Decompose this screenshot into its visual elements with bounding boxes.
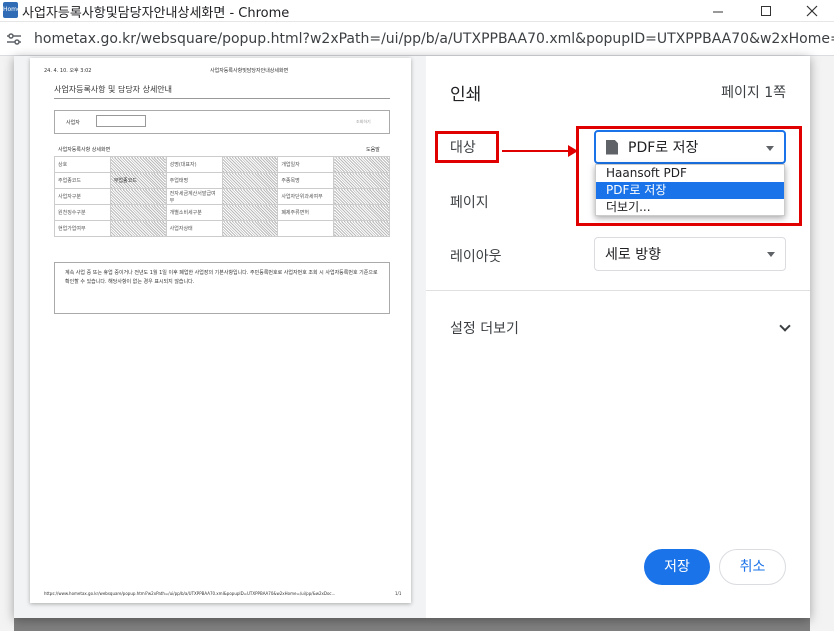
preview-header-date: 24. 4. 10. 오후 3:02 bbox=[44, 68, 92, 74]
preview-section-title: 사업자등록사항 상세화면 bbox=[58, 147, 111, 153]
preview-search-button: 조회하기 bbox=[356, 119, 371, 124]
table-cell bbox=[109, 188, 167, 205]
table-cell bbox=[109, 204, 167, 221]
url-text[interactable]: hometax.go.kr/websquare/popup.html?w2xPa… bbox=[34, 31, 834, 47]
table-cell bbox=[277, 220, 335, 237]
table-cell bbox=[333, 156, 390, 173]
save-button[interactable]: 저장 bbox=[644, 549, 710, 585]
settings-divider bbox=[426, 290, 810, 291]
print-title: 인쇄 bbox=[450, 85, 482, 105]
window-title: 사업자등록사항및담당자안내상세화면 - Chrome bbox=[22, 6, 290, 21]
table-cell: 개별소비세구분 bbox=[165, 204, 223, 221]
table-cell: 원천징수구분 bbox=[54, 204, 111, 221]
table-cell: 전자세금계산서발급여부 bbox=[165, 188, 223, 205]
hometax-app-icon: Home bbox=[3, 2, 21, 18]
table-cell bbox=[333, 204, 390, 221]
maximize-icon[interactable] bbox=[744, 0, 788, 22]
table-cell bbox=[221, 172, 279, 189]
window-titlebar: Home 사업자등록사항및담당자안내상세화면 - Chrome bbox=[0, 0, 834, 22]
table-cell: 주업종코드 bbox=[54, 172, 111, 189]
page-right-edge bbox=[810, 56, 834, 631]
table-cell bbox=[109, 220, 167, 237]
table-cell: 주종목명 bbox=[277, 172, 335, 189]
caret-down-icon bbox=[767, 252, 775, 257]
more-settings-toggle[interactable]: 설정 더보기 bbox=[450, 318, 519, 338]
table-cell bbox=[221, 156, 279, 173]
preview-header-title: 사업자등록사항및담당자안내상세화면 bbox=[210, 68, 289, 74]
table-row: 사업자구분 전자세금계산서발급여부 사업자단위과세여부 bbox=[54, 188, 390, 205]
annotation-arrow-head bbox=[568, 145, 578, 157]
preview-footer-url: https://www.hometax.go.kr/websquare/popu… bbox=[44, 591, 336, 596]
preview-business-label: 사업자 bbox=[66, 120, 80, 126]
table-cell bbox=[333, 188, 390, 205]
preview-title-rule bbox=[54, 98, 390, 99]
table-cell: 현업가업여부 bbox=[54, 220, 111, 237]
minimize-icon[interactable] bbox=[696, 0, 740, 22]
preview-notice: 계속 사업 중 또는 휴업 중이거나 전년도 1월 1일 이후 폐업한 사업장의… bbox=[54, 262, 390, 314]
table-cell: 성명(대표자) bbox=[165, 156, 223, 173]
table-cell: 주업태명 bbox=[165, 172, 223, 189]
table-row: 상호 성명(대표자) 개업일자 bbox=[54, 156, 390, 173]
pages-label: 페이지 bbox=[450, 195, 489, 211]
preview-page: 24. 4. 10. 오후 3:02 사업자등록사항및담당자안내상세화면 사업자… bbox=[30, 58, 411, 603]
layout-value: 세로 방향 bbox=[605, 247, 661, 263]
preview-business-select bbox=[96, 115, 146, 127]
table-cell: 상호 bbox=[54, 156, 111, 173]
table-cell bbox=[333, 220, 390, 237]
table-cell: 사업자구분 bbox=[54, 188, 111, 205]
table-row: 주업종코드 부업종코드 주업태명 주종목명 bbox=[54, 172, 390, 189]
page-left-edge bbox=[0, 56, 14, 631]
table-cell: 사업자상태 bbox=[165, 220, 223, 237]
table-cell bbox=[333, 172, 390, 189]
table-row: 원천징수구분 개별소비세구분 폐제주류면허 bbox=[54, 204, 390, 221]
table-cell: 개업일자 bbox=[277, 156, 335, 173]
page-count: 페이지 1쪽 bbox=[721, 85, 786, 101]
print-preview-pane: 24. 4. 10. 오후 3:02 사업자등록사항및담당자안내상세화면 사업자… bbox=[14, 56, 426, 618]
site-settings-icon[interactable] bbox=[6, 31, 22, 47]
table-cell: 부업종코드 bbox=[109, 172, 167, 189]
table-cell bbox=[221, 204, 279, 221]
preview-registration-table: 상호 성명(대표자) 개업일자주업종코드 부업종코드 주업태명 주종목명사업자구분 전자세금… bbox=[54, 156, 390, 237]
table-row: 현업가업여부 사업자상태 bbox=[54, 220, 390, 237]
layout-label: 레이아웃 bbox=[450, 249, 502, 265]
table-cell bbox=[221, 220, 279, 237]
close-icon[interactable] bbox=[790, 0, 834, 22]
preview-footer-page: 1/1 bbox=[395, 591, 402, 596]
address-bar: hometax.go.kr/websquare/popup.html?w2xPa… bbox=[0, 22, 834, 56]
preview-help-link: 도움말 bbox=[366, 147, 380, 153]
annotation-box-destination-select bbox=[576, 126, 802, 226]
annotation-arrow-line bbox=[502, 150, 572, 152]
layout-select[interactable]: 세로 방향 bbox=[594, 237, 786, 271]
table-cell bbox=[221, 188, 279, 205]
preview-doc-title: 사업자등록사항 및 담당자 상세안내 bbox=[54, 85, 173, 94]
table-cell: 폐제주류면허 bbox=[277, 204, 335, 221]
table-cell bbox=[109, 156, 167, 173]
table-cell: 사업자단위과세여부 bbox=[277, 188, 335, 205]
annotation-box-destination-label bbox=[435, 131, 499, 163]
chevron-down-icon[interactable] bbox=[779, 320, 791, 332]
cancel-button[interactable]: 취소 bbox=[719, 549, 786, 585]
